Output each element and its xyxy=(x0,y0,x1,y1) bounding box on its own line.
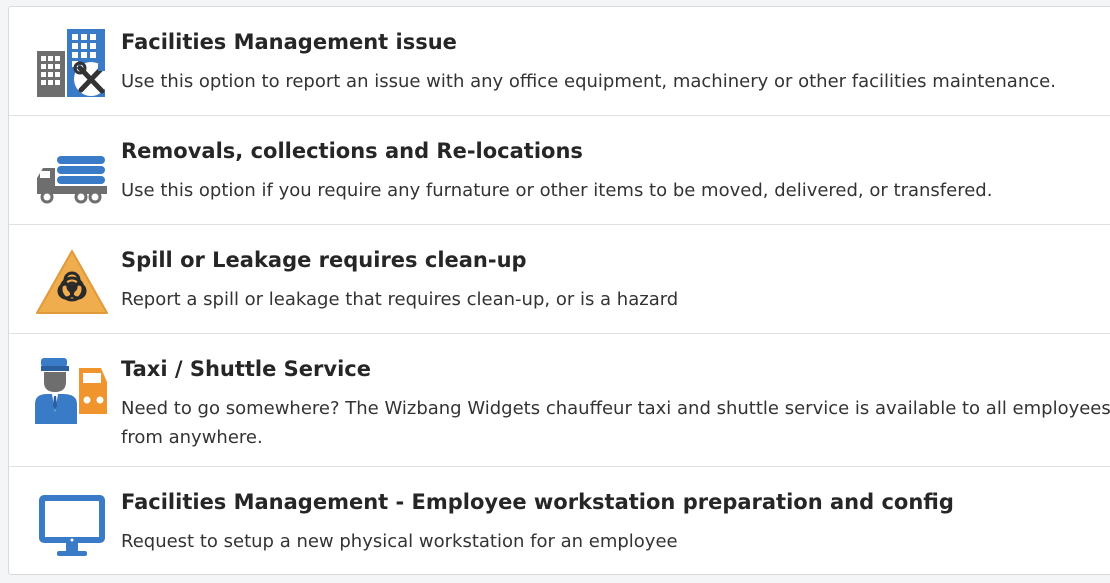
item-title[interactable]: Spill or Leakage requires clean-up xyxy=(121,246,1110,274)
biohazard-warning-icon xyxy=(35,245,109,319)
catalog-item-spill[interactable]: Spill or Leakage requires clean-up Repor… xyxy=(9,225,1110,334)
catalog-item-taxi[interactable]: Taxi / Shuttle Service Need to go somewh… xyxy=(9,334,1110,467)
item-title[interactable]: Facilities Management issue xyxy=(121,28,1110,56)
item-description: Use this option to report an issue with … xyxy=(121,71,1056,92)
building-tools-icon xyxy=(35,27,109,101)
catalog-item-facilities-issue[interactable]: Facilities Management issue Use this opt… xyxy=(9,7,1110,116)
item-description: Request to setup a new physical workstat… xyxy=(121,531,678,552)
item-title[interactable]: Taxi / Shuttle Service xyxy=(121,355,1110,383)
item-title[interactable]: Removals, collections and Re-locations xyxy=(121,137,1110,165)
item-title[interactable]: Facilities Management - Employee worksta… xyxy=(121,488,1110,516)
item-description: Need to go somewhere? The Wizbang Widget… xyxy=(121,398,1110,448)
catalog-item-removals[interactable]: Removals, collections and Re-locations U… xyxy=(9,116,1110,225)
catalog-list: Facilities Management issue Use this opt… xyxy=(8,6,1110,575)
truck-icon xyxy=(35,136,109,210)
chauffeur-car-icon xyxy=(35,354,109,428)
item-description: Report a spill or leakage that requires … xyxy=(121,289,679,310)
item-description: Use this option if you require any furna… xyxy=(121,180,993,201)
catalog-item-workstation[interactable]: Facilities Management - Employee worksta… xyxy=(9,467,1110,574)
monitor-icon xyxy=(35,487,109,561)
